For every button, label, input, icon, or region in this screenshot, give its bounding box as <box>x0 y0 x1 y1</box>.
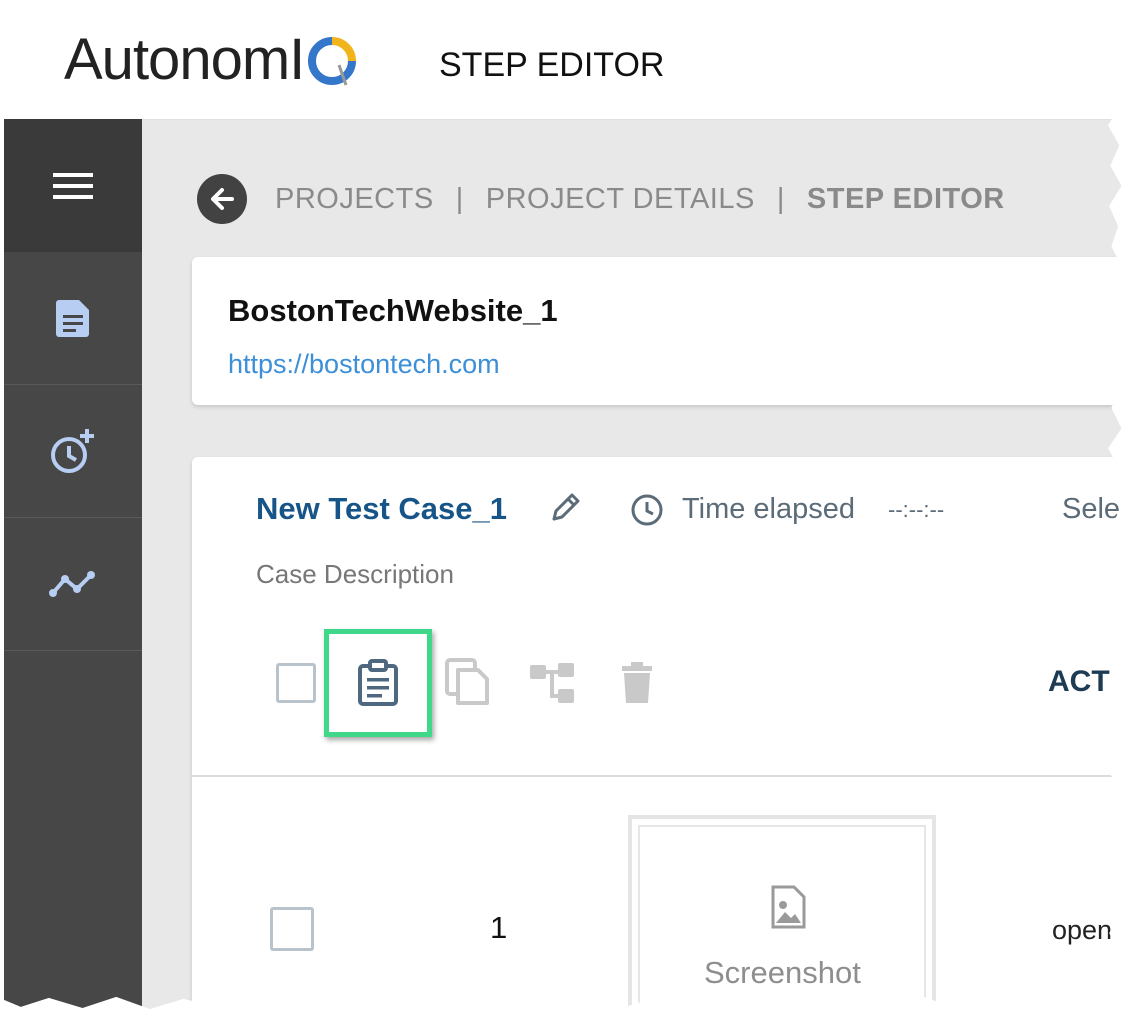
menu-button[interactable] <box>4 119 142 252</box>
main-content: PROJECTS | PROJECT DETAILS | STEP EDITOR… <box>142 119 1122 1010</box>
project-name: BostonTechWebsite_1 <box>228 293 558 328</box>
sidebar <box>4 119 142 1010</box>
screenshot-placeholder: Screenshot <box>638 825 926 1010</box>
autonomiq-logo[interactable]: AutonomI <box>64 26 358 93</box>
breadcrumb-step-editor: STEP EDITOR <box>806 182 1005 215</box>
menu-icon <box>53 172 93 199</box>
project-url-link[interactable]: https://bostontech.com <box>228 349 500 380</box>
test-case-title: New Test Case_1 <box>256 491 507 526</box>
breadcrumb-project-details[interactable]: PROJECT DETAILS <box>486 183 755 216</box>
back-button[interactable] <box>197 174 247 224</box>
actions-header-partial: ACT <box>1048 665 1110 698</box>
schedule-add-icon <box>51 429 94 473</box>
breadcrumb: PROJECTS | PROJECT DETAILS | STEP EDITOR <box>197 174 1005 224</box>
step-action-partial: open <box>1052 915 1113 945</box>
trash-icon <box>622 662 652 703</box>
pencil-icon <box>552 493 580 521</box>
edit-button[interactable] <box>550 491 582 528</box>
step-number: 1 <box>490 910 508 945</box>
sidebar-item-reports[interactable] <box>4 518 142 651</box>
screenshot-thumbnail[interactable]: Screenshot <box>628 815 936 1010</box>
screenshot-label: Screenshot <box>704 955 861 990</box>
delete-button[interactable] <box>620 661 654 710</box>
breadcrumb-separator: | <box>455 182 464 215</box>
case-description[interactable]: Case Description <box>256 559 454 590</box>
clipboard-icon <box>358 659 398 706</box>
divider <box>192 775 1122 777</box>
sidebar-item-schedule[interactable] <box>4 385 142 518</box>
tree-button[interactable] <box>528 661 576 710</box>
select-all-checkbox[interactable] <box>276 663 316 703</box>
trend-chart-icon <box>49 571 95 597</box>
test-case-card: New Test Case_1 Time elapsed --:--:-- Se… <box>192 457 1122 1010</box>
step-checkbox[interactable] <box>270 907 314 951</box>
app-title: STEP EDITOR <box>439 46 665 84</box>
image-icon <box>771 885 806 929</box>
top-bar: AutonomI STEP EDITOR <box>4 4 1122 120</box>
project-card: BostonTechWebsite_1 https://bostontech.c… <box>192 257 1122 405</box>
breadcrumb-separator: | <box>776 182 785 215</box>
screenshot-frame: AutonomI STEP EDITOR PROJECTS | PROJECT … <box>4 4 1122 1010</box>
breadcrumb-projects[interactable]: PROJECTS <box>275 183 434 216</box>
time-elapsed-value: --:--:-- <box>888 497 945 522</box>
copy-button[interactable] <box>444 657 490 712</box>
time-elapsed-label: Time elapsed <box>682 493 856 525</box>
paste-step-button[interactable] <box>324 629 432 737</box>
flow-tree-icon <box>530 663 574 703</box>
copy-icon <box>445 658 489 705</box>
logo-q-icon <box>306 34 358 86</box>
document-icon <box>56 300 89 337</box>
select-control-partial[interactable]: Sele <box>1062 493 1120 526</box>
clock-icon <box>630 493 664 532</box>
logo-text: AutonomI <box>64 27 305 92</box>
sidebar-item-projects[interactable] <box>4 252 142 385</box>
arrow-left-icon <box>211 188 234 210</box>
